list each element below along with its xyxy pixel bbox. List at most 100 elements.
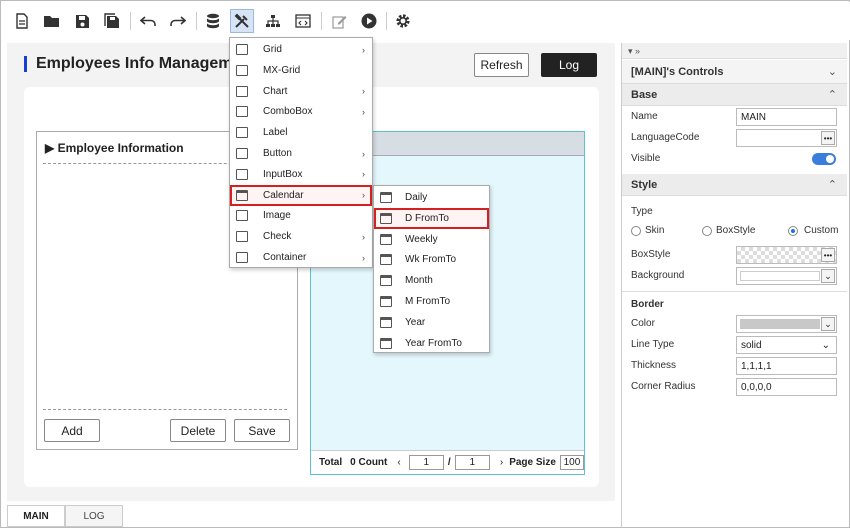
name-field[interactable]: MAIN: [736, 108, 837, 126]
menu-item-combobox[interactable]: ComboBox ›: [230, 101, 372, 122]
toolbar-separator: [130, 12, 131, 30]
code-icon[interactable]: [291, 9, 315, 33]
submenu-item-year[interactable]: Year: [374, 312, 489, 333]
border-color-picker[interactable]: ⌄: [736, 315, 837, 333]
style-section-header[interactable]: Style ⌃: [622, 174, 847, 196]
thickness-field[interactable]: 1,1,1,1: [736, 357, 837, 375]
linetype-select[interactable]: solid ⌄: [736, 336, 837, 354]
submenu-item-label: Wk FromTo: [405, 254, 457, 266]
calendar-icon: [380, 296, 392, 307]
submenu-item-m-fromto[interactable]: M FromTo: [374, 291, 489, 312]
page-size-label: Page Size: [509, 457, 556, 468]
radio-boxstyle[interactable]: [702, 226, 712, 236]
label-icon: [236, 127, 248, 139]
new-file-icon[interactable]: [10, 9, 34, 33]
chevron-down-icon[interactable]: ⌄: [821, 317, 835, 331]
dashed-divider: [43, 409, 287, 410]
menu-item-calendar[interactable]: Calendar ›: [230, 184, 372, 206]
radio-custom[interactable]: [788, 226, 798, 236]
tools-icon[interactable]: [230, 9, 254, 33]
page-size-input[interactable]: 100: [559, 455, 584, 470]
menu-item-label[interactable]: Label: [230, 122, 372, 143]
save-button[interactable]: Save: [234, 419, 290, 442]
menu-item-inputbox[interactable]: InputBox ›: [230, 164, 372, 185]
tab-main[interactable]: MAIN: [7, 505, 65, 527]
submenu-item-daily[interactable]: Daily: [374, 187, 489, 208]
more-icon[interactable]: •••: [821, 248, 835, 262]
save-all-icon[interactable]: [100, 9, 124, 33]
calendar-icon: [380, 337, 392, 349]
triangle-right-icon: ▶: [45, 141, 55, 155]
background-color-picker[interactable]: ⌄: [736, 267, 837, 285]
submenu-item-label: Daily: [405, 192, 428, 203]
submenu-item-d-fromto[interactable]: D FromTo: [374, 207, 489, 229]
cornerradius-label: Corner Radius: [631, 381, 696, 392]
run-icon[interactable]: [357, 9, 381, 33]
name-label: Name: [631, 111, 658, 122]
page-total: 1: [454, 455, 490, 470]
chevron-up-icon[interactable]: ⌃: [828, 88, 837, 101]
submenu-item-month[interactable]: Month: [374, 270, 489, 291]
chevron-down-icon[interactable]: ⌄: [821, 269, 835, 283]
border-color-swatch: [740, 319, 820, 329]
submenu-item-weekly[interactable]: Weekly: [374, 229, 489, 250]
save-icon[interactable]: [70, 9, 94, 33]
open-folder-icon[interactable]: [40, 9, 64, 33]
toolbar-separator: [386, 12, 387, 30]
visible-toggle[interactable]: [812, 153, 836, 165]
menu-item-check[interactable]: Check ›: [230, 226, 372, 247]
redo-icon[interactable]: [166, 9, 190, 33]
grid-icon: [236, 44, 248, 55]
submenu-item-year-fromto[interactable]: Year FromTo: [374, 333, 489, 354]
base-section-header[interactable]: Base ⌃: [622, 84, 847, 106]
database-icon[interactable]: [201, 9, 225, 33]
chevron-up-icon[interactable]: ⌃: [828, 178, 837, 191]
languagecode-field[interactable]: •••: [736, 129, 837, 147]
gear-icon[interactable]: [391, 9, 415, 33]
log-button[interactable]: Log: [541, 53, 597, 77]
pin-icon[interactable]: ▾ »: [628, 46, 640, 56]
menu-item-image[interactable]: Image: [230, 205, 372, 226]
controls-header[interactable]: [MAIN]'s Controls ⌄: [622, 60, 847, 84]
menu-item-label: ComboBox: [263, 106, 313, 118]
calendar-submenu: Daily D FromTo Weekly Wk FromTo Month M FromT…: [373, 185, 490, 353]
edit-icon[interactable]: [327, 9, 351, 33]
panel-pin-bar[interactable]: ▾ »: [622, 43, 847, 59]
mx-grid-icon: [236, 64, 248, 76]
chevron-down-icon: ⌄: [821, 339, 830, 351]
radio-skin[interactable]: [631, 226, 641, 236]
inputbox-icon: [236, 168, 248, 180]
chart-icon: [236, 85, 248, 97]
menu-item-button[interactable]: Button ›: [230, 143, 372, 164]
toolbar-separator: [321, 12, 322, 30]
boxstyle-field[interactable]: •••: [736, 246, 837, 264]
calendar-icon: [380, 254, 392, 266]
menu-item-chart[interactable]: Chart ›: [230, 81, 372, 102]
more-icon[interactable]: •••: [821, 131, 835, 145]
add-button[interactable]: Add: [44, 419, 100, 442]
menu-item-label: Calendar: [263, 189, 304, 201]
employee-info-title: Employee Information: [57, 141, 184, 155]
calendar-icon: [380, 233, 392, 245]
hierarchy-icon[interactable]: [261, 9, 285, 33]
undo-icon[interactable]: [136, 9, 160, 33]
delete-button[interactable]: Delete: [170, 419, 226, 442]
chevron-down-icon[interactable]: ⌄: [828, 65, 837, 78]
chevron-right-icon: ›: [362, 169, 365, 180]
menu-item-label: Button: [263, 148, 292, 159]
boxstyle-label: BoxStyle: [631, 249, 671, 260]
menu-item-grid[interactable]: Grid ›: [230, 39, 372, 60]
refresh-button[interactable]: Refresh: [474, 53, 529, 77]
prev-page-icon[interactable]: ‹: [397, 457, 400, 468]
next-page-icon[interactable]: ›: [500, 457, 503, 468]
count-text: 0 Count: [350, 457, 388, 468]
cornerradius-field[interactable]: 0,0,0,0: [736, 378, 837, 396]
tab-log[interactable]: LOG: [65, 505, 123, 527]
grid-footer: Total 0 Count ‹ 1 / 1 › Page Size 100: [311, 450, 584, 474]
submenu-item-wk-fromto[interactable]: Wk FromTo: [374, 249, 489, 270]
page-current-input[interactable]: 1: [408, 455, 444, 470]
style-header: Style: [631, 178, 658, 191]
menu-item-mx-grid[interactable]: MX-Grid: [230, 60, 372, 81]
calendar-icon: [380, 275, 392, 287]
menu-item-container[interactable]: Container ›: [230, 247, 372, 268]
